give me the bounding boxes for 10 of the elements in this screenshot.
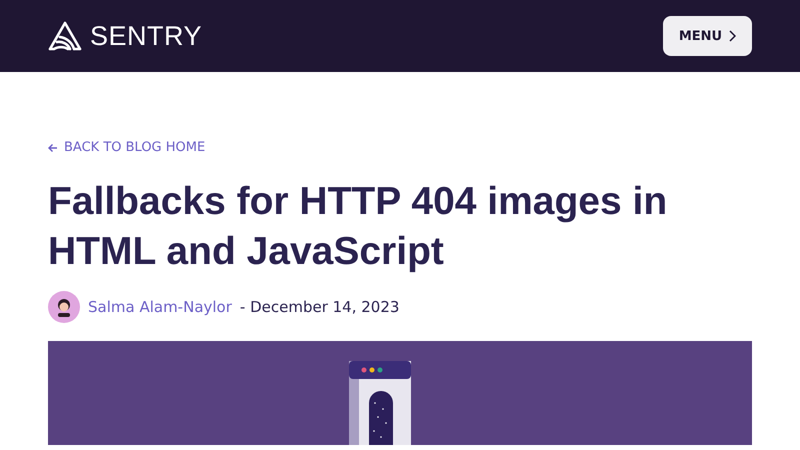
article-title: Fallbacks for HTTP 404 images in HTML and JavaScript (48, 178, 668, 274)
arrow-left-icon (48, 142, 58, 152)
author-avatar (48, 290, 80, 322)
chevron-right-icon (728, 30, 736, 42)
post-date: - December 14, 2023 (240, 298, 400, 316)
brand-name: SENTRY (90, 20, 202, 52)
logo-icon (48, 20, 82, 52)
back-link[interactable]: BACK TO BLOG HOME (48, 140, 206, 155)
menu-button[interactable]: MENU (663, 16, 752, 56)
author-link[interactable]: Salma Alam-Naylor (88, 298, 232, 316)
